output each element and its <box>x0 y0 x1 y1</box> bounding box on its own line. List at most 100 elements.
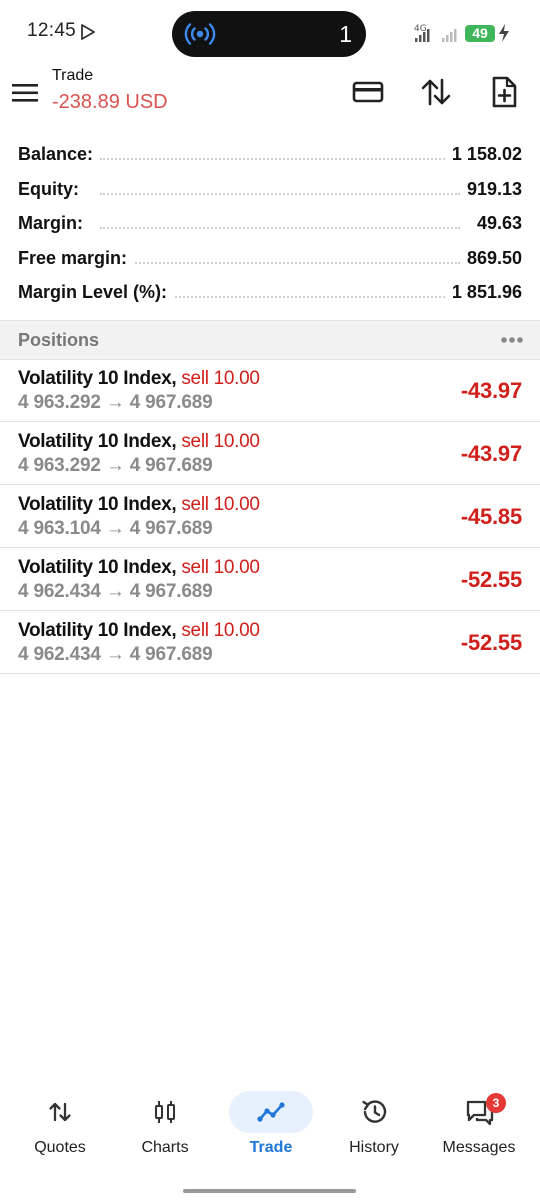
dynamic-island[interactable]: 1 <box>172 11 366 57</box>
price-arrow: → <box>105 392 125 413</box>
bottom-navigation: Quotes Charts Trade History 3 Messages <box>0 1085 540 1165</box>
position-symbol: Volatility 10 Index, <box>18 620 177 641</box>
nav-label: History <box>349 1139 399 1156</box>
position-symbol: Volatility 10 Index, <box>18 431 177 452</box>
nav-label: Charts <box>141 1139 189 1156</box>
nav-messages[interactable]: 3 Messages <box>427 1085 531 1165</box>
price-arrow: → <box>105 518 125 539</box>
current-price: 4 967.689 <box>129 455 213 476</box>
free-margin-value: 869.50 <box>460 247 522 269</box>
signal-icon: 4G <box>412 22 460 49</box>
trade-screen: 12:45 1 4G 49 Trade -238.89 USD Balance:… <box>0 0 540 1200</box>
position-symbol: Volatility 10 Index, <box>18 368 177 389</box>
margin-level-label: Margin Level (%): <box>18 282 174 303</box>
margin-level-value: 1 851.96 <box>445 282 522 303</box>
position-title: Volatility 10 Index, sell 10.00 <box>18 368 260 390</box>
positions-header[interactable]: Positions <box>0 320 540 360</box>
position-profit: -52.55 <box>460 630 522 655</box>
nav-label: Quotes <box>34 1139 86 1156</box>
status-bar: 12:45 1 4G 49 <box>0 0 540 64</box>
page-title: Trade <box>52 67 94 84</box>
leader-dots <box>100 158 460 160</box>
position-profit: -43.97 <box>460 378 522 403</box>
open-price: 4 962.434 <box>18 644 101 665</box>
current-price: 4 967.689 <box>129 644 213 665</box>
nav-history[interactable]: History <box>322 1085 426 1165</box>
trade-icon <box>257 1098 285 1126</box>
position-prices: 4 963.292 → 4 967.689 <box>18 392 213 414</box>
more-options-icon[interactable] <box>500 330 524 355</box>
position-row[interactable]: Volatility 10 Index, sell 10.00 4 963.10… <box>0 485 540 548</box>
account-summary: Balance: 1 158.02 Equity: 919.13 Margin:… <box>0 140 540 313</box>
leader-dots <box>100 227 460 229</box>
nav-charts[interactable]: Charts <box>113 1085 217 1165</box>
free-margin-label: Free margin: <box>18 247 134 269</box>
charging-icon <box>497 23 511 48</box>
price-arrow: → <box>105 644 125 665</box>
price-arrow: → <box>105 455 125 476</box>
current-price: 4 967.689 <box>129 581 213 602</box>
price-arrow: → <box>105 581 125 602</box>
position-type: sell 10.00 <box>181 557 260 578</box>
floating-pl: -238.89 USD <box>52 91 168 113</box>
margin-label: Margin: <box>18 213 89 234</box>
position-title: Volatility 10 Index, sell 10.00 <box>18 494 260 516</box>
position-profit: -52.55 <box>460 567 522 592</box>
nav-label: Trade <box>249 1139 293 1156</box>
new-order-icon[interactable] <box>486 74 522 110</box>
current-price: 4 967.689 <box>129 392 213 413</box>
free-margin-row: Free margin: 869.50 <box>0 244 540 279</box>
candlestick-icon <box>151 1098 179 1126</box>
nav-quotes[interactable]: Quotes <box>8 1085 112 1165</box>
position-type: sell 10.00 <box>181 368 260 389</box>
status-time: 12:45 <box>27 20 77 41</box>
leader-dots <box>100 192 460 195</box>
position-row[interactable]: Volatility 10 Index, sell 10.00 4 962.43… <box>0 611 540 674</box>
island-count: 1 <box>339 21 352 47</box>
sort-icon[interactable] <box>418 74 454 110</box>
deposit-card-icon[interactable] <box>350 74 386 110</box>
position-type: sell 10.00 <box>181 494 260 515</box>
balance-label: Balance: <box>18 144 100 165</box>
open-price: 4 963.292 <box>18 455 101 476</box>
positions-title: Positions <box>18 330 100 350</box>
equity-label: Equity: <box>18 178 85 200</box>
home-indicator[interactable] <box>183 1189 356 1193</box>
open-price: 4 962.434 <box>18 581 101 602</box>
position-row[interactable]: Volatility 10 Index, sell 10.00 4 963.29… <box>0 359 540 422</box>
position-symbol: Volatility 10 Index, <box>18 494 177 515</box>
nav-label: Messages <box>442 1139 516 1156</box>
position-title: Volatility 10 Index, sell 10.00 <box>18 431 260 453</box>
play-store-icon <box>80 24 96 45</box>
position-row[interactable]: Volatility 10 Index, sell 10.00 4 963.29… <box>0 422 540 485</box>
margin-value: 49.63 <box>470 213 522 234</box>
open-price: 4 963.292 <box>18 392 101 413</box>
equity-row: Equity: 919.13 <box>0 175 540 210</box>
app-bar: Trade -238.89 USD <box>0 64 540 126</box>
position-row[interactable]: Volatility 10 Index, sell 10.00 4 962.43… <box>0 548 540 611</box>
position-prices: 4 963.104 → 4 967.689 <box>18 518 213 540</box>
history-icon <box>360 1098 388 1126</box>
battery-indicator: 49 <box>465 25 495 42</box>
position-profit: -43.97 <box>460 441 522 466</box>
messages-badge: 3 <box>486 1093 506 1113</box>
position-type: sell 10.00 <box>181 431 260 452</box>
position-symbol: Volatility 10 Index, <box>18 557 177 578</box>
nav-trade[interactable]: Trade <box>219 1085 323 1165</box>
position-prices: 4 962.434 → 4 967.689 <box>18 644 213 666</box>
position-type: sell 10.00 <box>181 620 260 641</box>
open-price: 4 963.104 <box>18 518 101 539</box>
margin-level-row: Margin Level (%): 1 851.96 <box>0 278 540 313</box>
equity-value: 919.13 <box>460 178 522 200</box>
broadcast-icon <box>184 20 216 53</box>
positions-list: Volatility 10 Index, sell 10.00 4 963.29… <box>0 359 540 674</box>
position-profit: -45.85 <box>460 504 522 529</box>
position-prices: 4 963.292 → 4 967.689 <box>18 455 213 477</box>
leader-dots <box>100 261 460 264</box>
current-price: 4 967.689 <box>129 518 213 539</box>
quotes-icon <box>46 1098 74 1126</box>
hamburger-menu-icon[interactable] <box>12 82 38 109</box>
balance-value: 1 158.02 <box>445 144 522 165</box>
balance-row: Balance: 1 158.02 <box>0 140 540 175</box>
position-title: Volatility 10 Index, sell 10.00 <box>18 557 260 579</box>
